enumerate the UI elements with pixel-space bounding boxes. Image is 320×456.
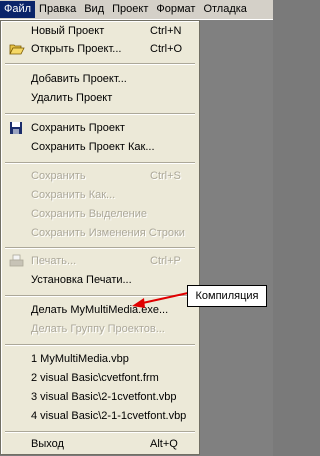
annotation-arrow <box>132 292 189 308</box>
annotation-callout: Компиляция <box>187 285 267 307</box>
